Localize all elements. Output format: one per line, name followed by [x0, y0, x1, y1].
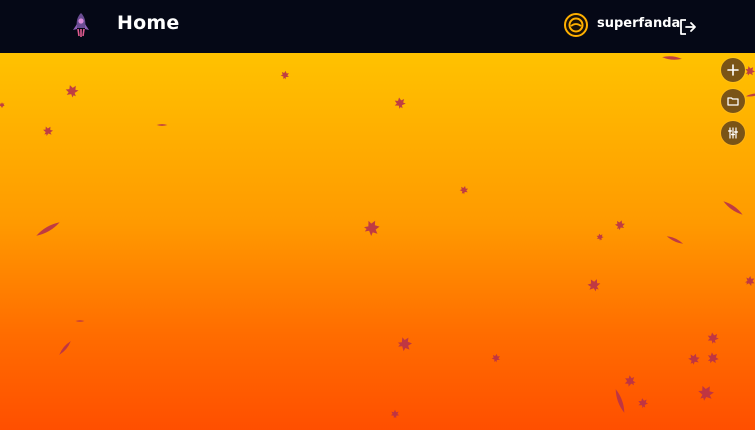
- rocket-icon[interactable]: [70, 12, 92, 38]
- add-button[interactable]: [721, 58, 745, 82]
- sliders-icon: [728, 127, 738, 139]
- folder-icon: [727, 97, 739, 106]
- username-label[interactable]: superfanda: [597, 16, 680, 31]
- falling-leaves: [0, 55, 755, 419]
- settings-button[interactable]: [721, 121, 745, 145]
- plus-icon: [727, 64, 739, 76]
- top-navigation-bar: Home superfanda: [0, 0, 755, 53]
- user-avatar[interactable]: [564, 13, 588, 37]
- main-background: [0, 53, 755, 430]
- logout-icon[interactable]: [678, 17, 698, 37]
- page-title: Home: [117, 12, 180, 34]
- folder-button[interactable]: [721, 89, 745, 113]
